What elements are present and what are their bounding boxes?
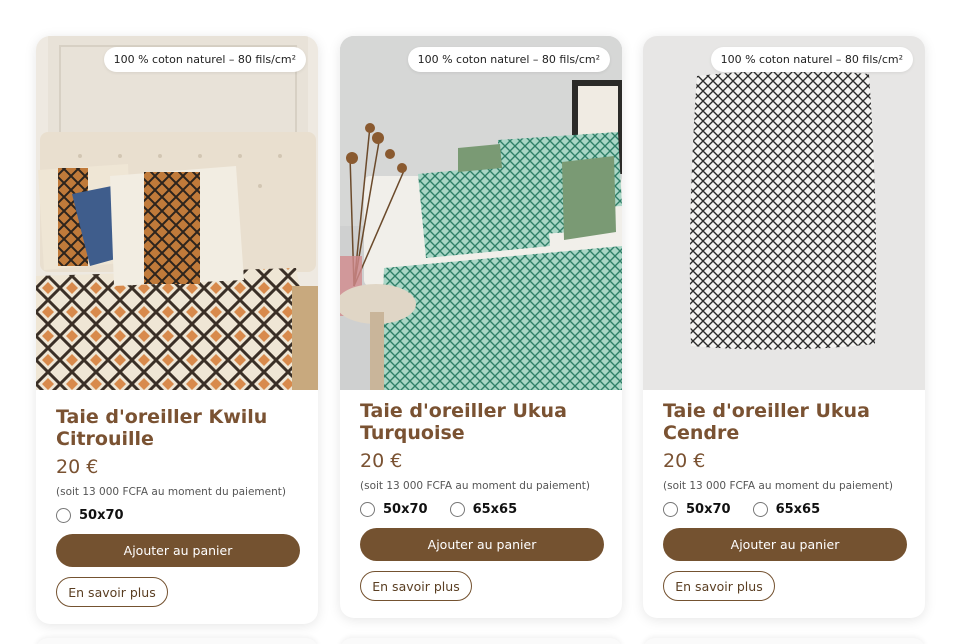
radio-button[interactable]	[360, 502, 375, 517]
radio-button[interactable]	[56, 508, 71, 523]
next-row-card	[36, 638, 318, 644]
product-image[interactable]: 100 % coton naturel – 80 fils/cm²	[340, 36, 622, 390]
add-to-cart-button[interactable]: Ajouter au panier	[360, 528, 604, 561]
learn-more-button[interactable]: En savoir plus	[663, 571, 775, 601]
next-row-card	[340, 638, 622, 644]
product-photo	[36, 36, 318, 390]
material-badge: 100 % coton naturel – 80 fils/cm²	[103, 47, 306, 72]
product-card: 100 % coton naturel – 80 fils/cm² Taie d…	[340, 36, 622, 618]
product-card: 100 % coton naturel – 80 fils/cm² Taie d…	[643, 36, 925, 618]
product-price: 20 €	[56, 456, 99, 478]
product-image[interactable]: 100 % coton naturel – 80 fils/cm²	[36, 36, 318, 390]
size-label: 65x65	[472, 502, 518, 517]
learn-more-button[interactable]: En savoir plus	[56, 577, 168, 607]
product-title[interactable]: Taie d'oreiller Ukua Turquoise	[360, 400, 602, 444]
size-options: 50x70 65x65	[360, 502, 602, 517]
size-label: 65x65	[775, 502, 821, 517]
size-label: 50x70	[79, 508, 124, 523]
size-option-50x70[interactable]: 50x70	[360, 502, 428, 517]
radio-button[interactable]	[752, 502, 768, 517]
product-price: 20 €	[663, 450, 706, 472]
material-badge: 100 % coton naturel – 80 fils/cm²	[407, 47, 610, 72]
size-option-65x65[interactable]: 65x65	[752, 502, 821, 517]
size-options: 50x70	[56, 508, 298, 523]
radio-button[interactable]	[449, 502, 465, 517]
product-photo	[643, 36, 925, 390]
size-option-50x70[interactable]: 50x70	[56, 508, 124, 523]
next-row-card	[643, 638, 925, 644]
size-label: 50x70	[383, 502, 428, 517]
size-option-65x65[interactable]: 65x65	[449, 502, 518, 517]
product-title[interactable]: Taie d'oreiller Kwilu Citrouille	[56, 406, 298, 450]
product-title[interactable]: Taie d'oreiller Ukua Cendre	[663, 400, 905, 444]
size-option-50x70[interactable]: 50x70	[663, 502, 731, 517]
product-photo	[340, 36, 622, 390]
radio-button[interactable]	[663, 502, 678, 517]
learn-more-button[interactable]: En savoir plus	[360, 571, 472, 601]
material-badge: 100 % coton naturel – 80 fils/cm²	[710, 47, 913, 72]
add-to-cart-button[interactable]: Ajouter au panier	[663, 528, 907, 561]
price-note: (soit 13 000 FCFA au moment du paiement)	[663, 480, 893, 492]
product-grid: 100 % coton naturel – 80 fils/cm² Taie d…	[0, 0, 960, 644]
product-card: 100 % coton naturel – 80 fils/cm² Taie d…	[36, 36, 318, 624]
price-note: (soit 13 000 FCFA au moment du paiement)	[56, 486, 286, 498]
price-note: (soit 13 000 FCFA au moment du paiement)	[360, 480, 590, 492]
product-image[interactable]: 100 % coton naturel – 80 fils/cm²	[643, 36, 925, 390]
add-to-cart-button[interactable]: Ajouter au panier	[56, 534, 300, 567]
product-price: 20 €	[360, 450, 403, 472]
size-options: 50x70 65x65	[663, 502, 905, 517]
size-label: 50x70	[686, 502, 731, 517]
